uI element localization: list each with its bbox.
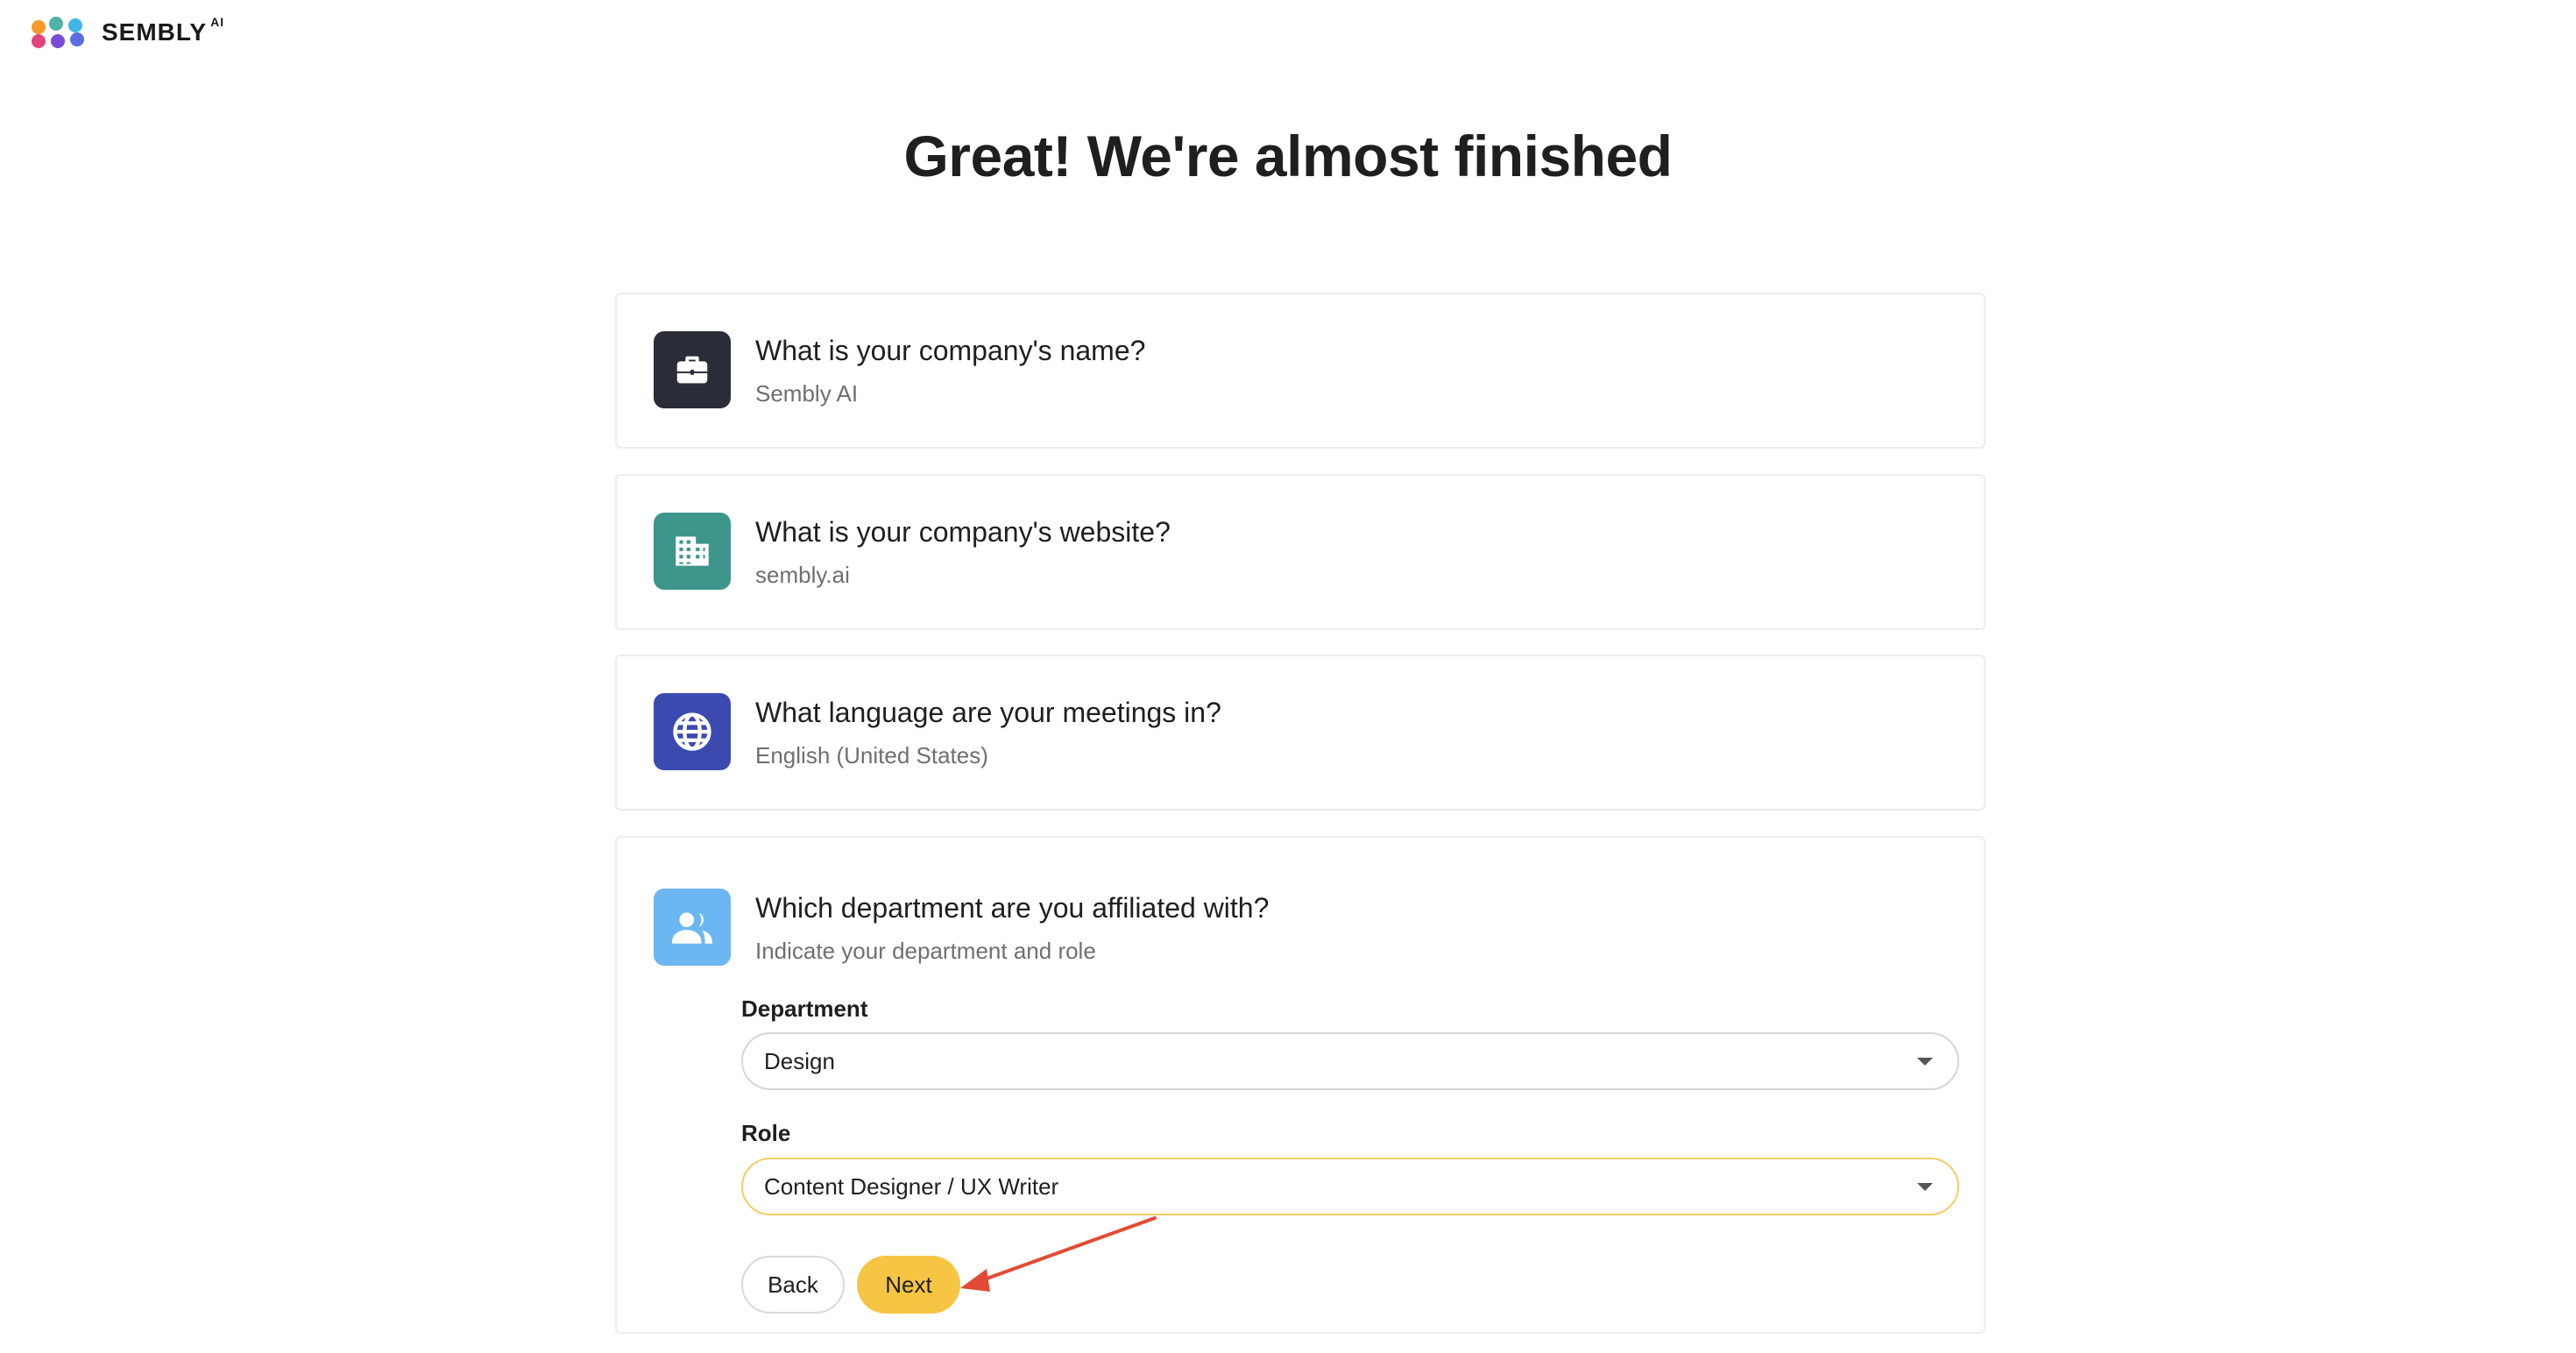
department-hint: Indicate your department and role (755, 938, 1096, 964)
briefcase-icon (654, 331, 731, 408)
logo-mark-icon (30, 15, 89, 50)
department-value: Design (764, 1047, 835, 1074)
department-question: Which department are you affiliated with… (755, 892, 1270, 924)
role-select[interactable]: Content Designer / UX Writer (741, 1158, 1959, 1215)
globe-icon (654, 693, 731, 770)
company-name-question: What is your company's name? (755, 335, 1146, 366)
logo-wordmark: SEMBLY AI (102, 15, 225, 46)
back-button[interactable]: Back (741, 1256, 845, 1314)
company-name-card[interactable]: What is your company's name? Sembly AI (615, 293, 1985, 449)
next-button[interactable]: Next (857, 1256, 960, 1314)
people-icon (654, 889, 731, 966)
meeting-language-answer: English (United States) (755, 742, 988, 769)
company-name-answer: Sembly AI (755, 380, 859, 407)
role-value: Content Designer / UX Writer (764, 1172, 1059, 1200)
meeting-language-question: What language are your meetings in? (755, 697, 1221, 728)
sembly-logo[interactable]: SEMBLY AI (30, 12, 224, 53)
company-website-card[interactable]: What is your company's website? sembly.a… (615, 474, 1985, 630)
company-website-question: What is your company's website? (755, 516, 1171, 548)
company-website-answer: sembly.ai (755, 562, 850, 588)
building-icon (654, 513, 731, 590)
chevron-down-icon (1917, 1183, 1933, 1191)
role-label: Role (741, 1120, 791, 1146)
brand-name: SEMBLY (102, 18, 208, 46)
department-card: Which department are you affiliated with… (615, 836, 1985, 1334)
department-select[interactable]: Design (741, 1032, 1959, 1090)
page-title: Great! We're almost finished (903, 124, 1673, 188)
brand-superscript: AI (210, 15, 225, 29)
chevron-down-icon (1917, 1058, 1933, 1066)
meeting-language-card[interactable]: What language are your meetings in? Engl… (615, 655, 1985, 811)
department-label: Department (741, 995, 868, 1022)
